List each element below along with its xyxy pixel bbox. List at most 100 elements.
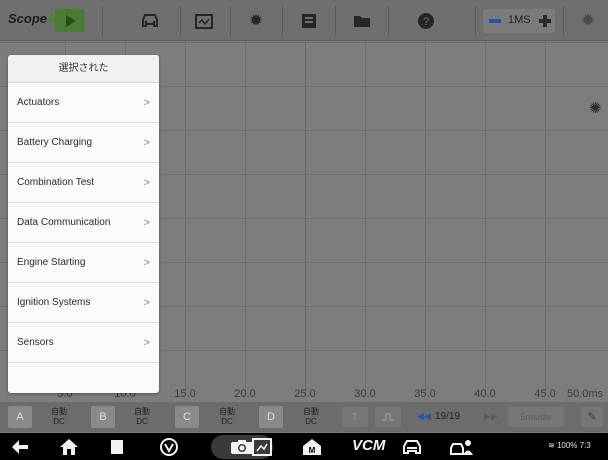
toolbar-divider (335, 6, 336, 36)
car-mechanic-icon[interactable] (448, 436, 476, 460)
back-icon[interactable] (6, 436, 34, 460)
grid-line (425, 42, 426, 396)
wifi-icon: ≋ (548, 441, 555, 450)
browser-icon[interactable] (155, 436, 183, 460)
status-text: 100% 7:3 (556, 441, 591, 450)
oscilloscope-app: Scope ✹ ? 1MS ✹ ✺ 5.0 10.0 15.0 20.0 25.… (0, 0, 608, 460)
page-counter: 19/19 (435, 411, 461, 422)
home-icon[interactable] (55, 436, 83, 460)
menu-item-label: Combination Test (17, 177, 95, 188)
android-nav-bar: M VCM ≋ 100% 7:3 (0, 433, 608, 460)
channel-c-mode[interactable]: 自動 DC (216, 407, 238, 427)
menu-item-sensors[interactable]: Sensors > (8, 323, 159, 363)
timebase-value: 1MS (508, 14, 531, 26)
timebase-plus-icon (543, 15, 547, 27)
channel-letter: A (16, 411, 24, 423)
chevron-right-icon: > (143, 257, 150, 269)
x-tick-label: 20.0 (234, 388, 256, 400)
chevron-right-icon: > (143, 97, 150, 109)
menu-item-engine-starting[interactable]: Engine Starting > (8, 243, 159, 283)
trigger-label: T (352, 412, 358, 422)
grid-line (485, 42, 486, 396)
menu-item-ignition-systems[interactable]: Ignition Systems > (8, 283, 159, 323)
grid-line (0, 42, 608, 43)
vcm-label[interactable]: VCM (352, 437, 385, 454)
menu-item-actuators[interactable]: Actuators > (8, 83, 159, 123)
x-tick-label: 30.0 (354, 388, 376, 400)
grid-line (245, 42, 246, 396)
grid-line (365, 42, 366, 396)
toolbar-divider (388, 6, 389, 36)
svg-text:?: ? (423, 16, 429, 28)
bulb-icon[interactable]: ✺ (589, 99, 602, 117)
screenshot-icon[interactable] (248, 436, 276, 460)
center-line (305, 42, 306, 396)
time-per-div[interactable]: 5ms/div (508, 407, 564, 427)
recent-apps-icon[interactable] (103, 436, 131, 460)
x-tick-label: 15.0 (174, 388, 196, 400)
channel-c-button[interactable]: C (175, 406, 199, 428)
mode-line: 自動 (134, 407, 150, 416)
x-tick-label: 40.0 (474, 388, 496, 400)
toolbar-divider (102, 6, 103, 36)
channel-d-button[interactable]: D (259, 406, 283, 428)
menu-item-label: Engine Starting (17, 257, 86, 268)
x-tick-label: 25.0 (294, 388, 316, 400)
channel-bar: A 自動 DC B 自動 DC C 自動 DC D 自動 DC T ◀◀ 19/19 ▶… (0, 402, 608, 432)
wrench-icon[interactable]: ✎ (581, 407, 603, 427)
channel-letter: D (267, 411, 275, 423)
grid-line (185, 42, 186, 396)
channel-letter: B (99, 411, 107, 423)
calendar-icon[interactable] (191, 8, 217, 34)
menu-item-combination-test[interactable]: Combination Test > (8, 163, 159, 203)
folder-icon[interactable] (349, 8, 375, 34)
x-tick-label: 50.0ms (566, 388, 604, 400)
mode-line: DC (221, 417, 233, 426)
timebase-minus-button[interactable] (489, 19, 501, 23)
mode-line: 自動 (219, 407, 235, 416)
top-toolbar: Scope ✹ ? 1MS ✹ (0, 0, 608, 41)
channel-letter: C (183, 411, 191, 423)
settings-icon[interactable]: ✹ (575, 8, 601, 34)
home-garage-icon[interactable]: M (298, 436, 326, 460)
mode-line: 自動 (303, 407, 319, 416)
page-first-icon[interactable]: ◀◀ (417, 411, 431, 422)
test-category-menu: 選択された Actuators > Battery Charging > Com… (8, 55, 159, 393)
menu-item-battery-charging[interactable]: Battery Charging > (8, 123, 159, 163)
mode-line: 自動 (51, 407, 67, 416)
menu-header: 選択された (8, 55, 159, 83)
x-tick-label: 45.0 (534, 388, 556, 400)
menu-item-label: Data Communication (17, 217, 111, 228)
mode-line: DC (305, 417, 317, 426)
mode-line: DC (136, 417, 148, 426)
menu-item-label: Sensors (17, 337, 54, 348)
grid-line (545, 42, 546, 396)
chevron-right-icon: > (143, 337, 150, 349)
menu-item-data-communication[interactable]: Data Communication > (8, 203, 159, 243)
svg-text:M: M (309, 446, 316, 455)
mode-line: DC (53, 417, 65, 426)
play-button[interactable] (55, 9, 85, 32)
car-icon[interactable] (137, 8, 163, 34)
x-tick-label: 35.0 (414, 388, 436, 400)
chevron-right-icon: > (143, 137, 150, 149)
trigger-edge-button[interactable] (375, 407, 401, 427)
status-bar: ≋ 100% 7:3 (548, 441, 591, 450)
channel-b-button[interactable]: B (91, 406, 115, 428)
car-diagnostics-icon[interactable] (398, 436, 426, 460)
gear-icon[interactable]: ✹ (243, 8, 269, 34)
menu-item-label: Actuators (17, 97, 60, 108)
page-last-icon[interactable]: ▶▶ (484, 411, 498, 422)
channel-b-mode[interactable]: 自動 DC (131, 407, 153, 427)
trigger-button[interactable]: T (342, 407, 368, 427)
channel-a-mode[interactable]: 自動 DC (48, 407, 70, 427)
toolbar-divider (563, 6, 564, 36)
toolbar-divider (475, 6, 476, 36)
scope-logo-text: Scope (8, 11, 48, 26)
menu-item-label: Battery Charging (17, 137, 93, 148)
help-icon[interactable]: ? (413, 8, 439, 34)
channel-a-button[interactable]: A (8, 406, 32, 428)
chevron-right-icon: > (143, 297, 150, 309)
list-icon[interactable] (296, 8, 322, 34)
channel-d-mode[interactable]: 自動 DC (300, 407, 322, 427)
